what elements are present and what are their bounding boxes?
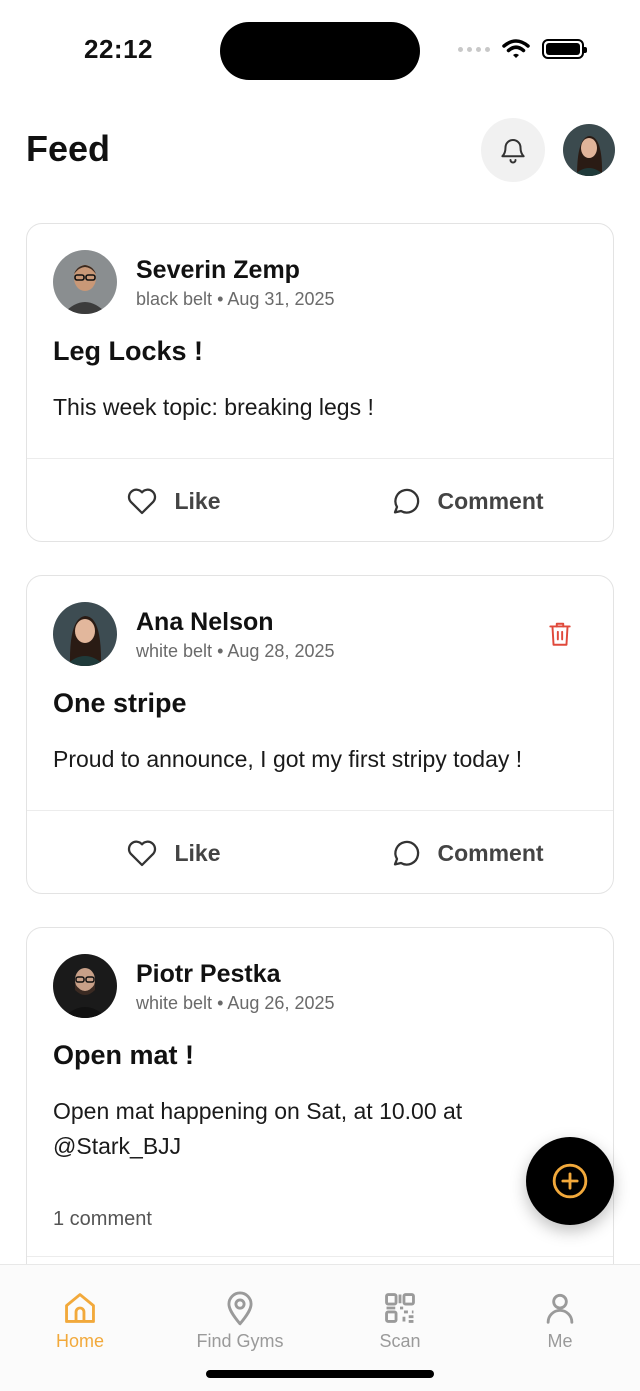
dynamic-island <box>220 22 420 80</box>
tab-home-label: Home <box>55 1331 104 1351</box>
tab-home[interactable]: Home <box>0 1289 160 1352</box>
notifications-button[interactable] <box>481 118 545 182</box>
post-date: Aug 26, 2025 <box>227 992 335 1013</box>
post-actions: Like Comment <box>27 811 613 893</box>
post-body: Proud to announce, I got my first stripy… <box>53 746 523 772</box>
author-meta: black belt • Aug 31, 2025 <box>136 289 335 310</box>
meta-separator: • <box>217 288 224 309</box>
post-title: One stripe <box>53 688 187 718</box>
profile-avatar-button[interactable] <box>563 124 615 176</box>
heart-icon <box>128 840 157 867</box>
avatar[interactable] <box>53 250 117 314</box>
plus-circle-icon <box>552 1163 588 1199</box>
avatar[interactable] <box>53 954 117 1018</box>
wifi-icon <box>502 39 530 58</box>
delete-post-button[interactable] <box>547 620 573 653</box>
tab-me-label: Me <box>547 1331 573 1351</box>
like-label: Like <box>174 839 221 866</box>
battery-icon <box>542 39 587 59</box>
post-author-row: Severin Zemp black belt • Aug 31, 2025 <box>53 250 335 314</box>
bell-icon <box>501 139 525 164</box>
author-belt: black belt <box>136 288 213 309</box>
page-title: Feed <box>26 128 111 169</box>
map-pin-icon <box>227 1291 253 1326</box>
post-author-row: Piotr Pestka white belt • Aug 26, 2025 <box>53 954 335 1018</box>
page-header: Feed <box>0 116 640 184</box>
comment-button[interactable]: Comment <box>320 459 613 541</box>
meta-separator: • <box>217 640 224 661</box>
post-author-row: Ana Nelson white belt • Aug 28, 2025 <box>53 602 335 666</box>
meta-separator: • <box>217 992 224 1013</box>
tab-scan-label: Scan <box>379 1331 421 1351</box>
comment-icon <box>394 840 420 866</box>
post-date: Aug 28, 2025 <box>227 640 335 661</box>
comment-label: Comment <box>437 487 544 514</box>
post-card: Ana Nelson white belt • Aug 28, 2025 One… <box>26 575 614 894</box>
author-belt: white belt <box>136 992 213 1013</box>
comment-count-link[interactable]: 1 comment <box>53 1208 152 1231</box>
status-bar: 22:12 <box>0 0 640 100</box>
like-button[interactable]: Like <box>27 459 320 541</box>
post-body: Open mat happening on Sat, at 10.00 at @… <box>53 1098 463 1159</box>
person-icon <box>546 1293 574 1324</box>
heart-icon <box>128 488 157 515</box>
divider <box>27 1256 613 1257</box>
post-body: This week topic: breaking legs ! <box>53 394 374 420</box>
post-actions: Like Comment <box>27 459 613 541</box>
create-post-button[interactable] <box>526 1137 614 1225</box>
author-meta: white belt • Aug 28, 2025 <box>136 641 335 662</box>
home-indicator <box>206 1370 434 1378</box>
avatar[interactable] <box>53 602 117 666</box>
comment-label: Comment <box>437 839 544 866</box>
home-icon <box>65 1293 95 1323</box>
like-label: Like <box>174 487 221 514</box>
trash-icon <box>549 622 571 646</box>
comment-icon <box>394 488 420 514</box>
tab-find-gyms-label: Find Gyms <box>196 1331 284 1351</box>
author-name[interactable]: Ana Nelson <box>136 607 335 637</box>
post-title: Leg Locks ! <box>53 336 204 366</box>
comment-button[interactable]: Comment <box>320 811 613 893</box>
post-card: Severin Zemp black belt • Aug 31, 2025 L… <box>26 223 614 542</box>
author-name[interactable]: Severin Zemp <box>136 255 335 285</box>
qr-code-icon <box>385 1293 415 1323</box>
post-title: Open mat ! <box>53 1040 195 1070</box>
post-card: Piotr Pestka white belt • Aug 26, 2025 O… <box>26 927 614 1287</box>
tab-me[interactable]: Me <box>480 1289 640 1352</box>
author-belt: white belt <box>136 640 213 661</box>
tab-find-gyms[interactable]: Find Gyms <box>160 1289 320 1352</box>
status-icons <box>458 38 587 60</box>
status-time: 22:12 <box>84 34 153 64</box>
tab-scan[interactable]: Scan <box>320 1289 480 1352</box>
post-date: Aug 31, 2025 <box>227 288 335 309</box>
author-name[interactable]: Piotr Pestka <box>136 959 335 989</box>
like-button[interactable]: Like <box>27 811 320 893</box>
cellular-signal-icon <box>458 46 490 52</box>
author-meta: white belt • Aug 26, 2025 <box>136 993 335 1014</box>
